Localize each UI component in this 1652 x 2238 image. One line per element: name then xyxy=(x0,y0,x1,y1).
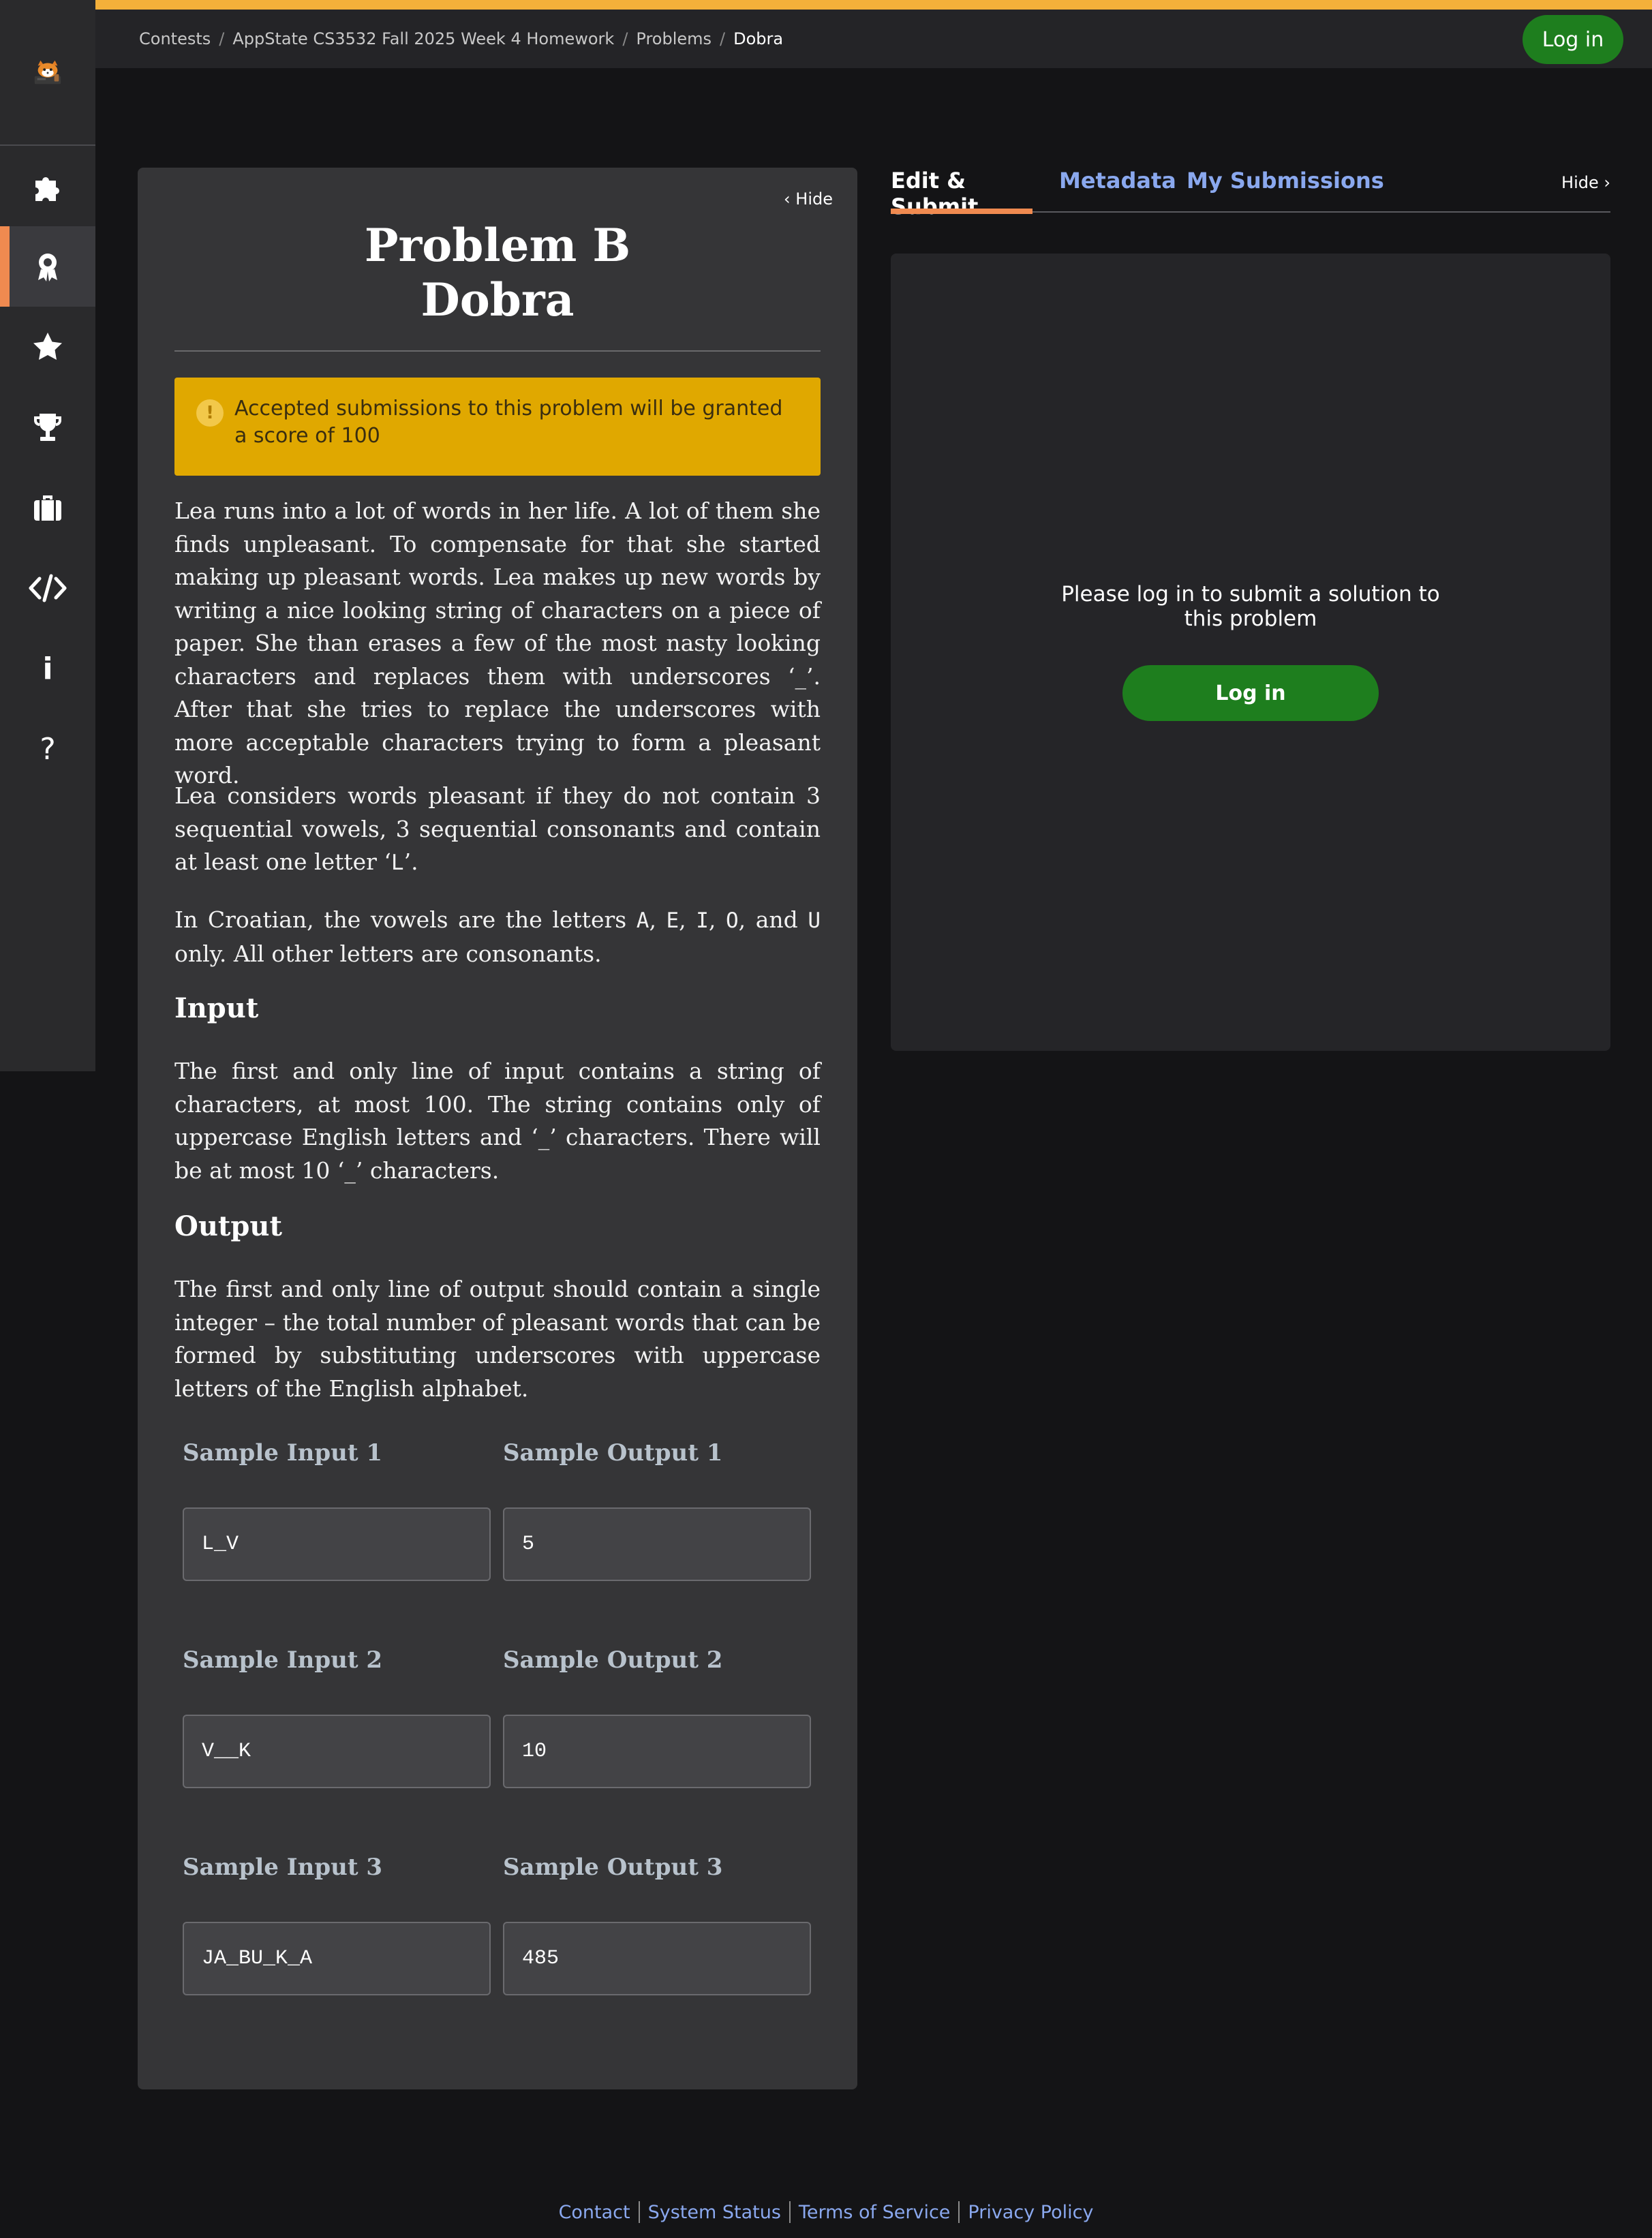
login-required-message: Please log in to submit a solution to th… xyxy=(891,582,1610,631)
top-accent-bar xyxy=(0,0,1652,10)
submission-tabs: Edit & Submit Metadata My Submissions Hi… xyxy=(891,168,1610,219)
footer-link-terms[interactable]: Terms of Service xyxy=(791,2202,959,2223)
breadcrumb: Contests / AppState CS3532 Fall 2025 Wee… xyxy=(139,10,783,68)
p3-text-a: In Croatian, the vowels are the letters xyxy=(174,906,637,933)
statement-paragraph-2: Lea considers words pleasant if they do … xyxy=(174,780,821,880)
sidebar-item-rankings[interactable] xyxy=(0,387,95,467)
breadcrumb-separator: / xyxy=(720,29,726,48)
tab-metadata[interactable]: Metadata xyxy=(1059,168,1176,213)
submit-panel: Please log in to submit a solution to th… xyxy=(891,254,1610,1051)
star-icon xyxy=(33,333,62,360)
chevron-right-icon: › xyxy=(1598,173,1610,192)
vowel-i: I xyxy=(696,908,709,933)
breadcrumb-problems[interactable]: Problems xyxy=(636,29,712,48)
trophy-icon xyxy=(34,414,61,441)
info-icon: i xyxy=(42,651,53,686)
login-message-line-1: Please log in to submit a solution to xyxy=(1061,582,1440,607)
sidebar-item-languages[interactable] xyxy=(0,548,95,628)
sample-output-label: Sample Output 1 xyxy=(503,1439,723,1467)
chevron-left-icon: ‹ xyxy=(784,189,796,209)
hide-label: Hide xyxy=(795,189,833,209)
problem-letter: Problem B xyxy=(364,219,631,272)
sample-input-box[interactable]: L_V xyxy=(183,1507,491,1581)
sample-input-label: Sample Input 1 xyxy=(183,1439,383,1467)
vowel-o: O xyxy=(725,908,739,933)
statement-paragraph-3: In Croatian, the vowels are the letters … xyxy=(174,906,821,967)
p2-text-b: ’. xyxy=(403,848,418,875)
input-description: The first and only line of input contain… xyxy=(174,1058,821,1184)
breadcrumb-contests[interactable]: Contests xyxy=(139,29,211,48)
tab-my-submissions[interactable]: My Submissions xyxy=(1187,168,1384,213)
sample-output-box[interactable]: 485 xyxy=(503,1922,811,1995)
sidebar-item-help[interactable]: ? xyxy=(0,709,95,789)
output-description: The first and only line of output should… xyxy=(174,1276,821,1402)
sidebar-item-jobs[interactable] xyxy=(0,467,95,548)
problem-statement-panel: ‹ Hide Problem B Dobra ! Accepted submis… xyxy=(138,168,857,2089)
sidebar: i ? xyxy=(0,0,95,1071)
cat-logo-icon xyxy=(34,60,61,85)
p2-letter-l: L xyxy=(391,850,404,875)
problem-name: Dobra xyxy=(420,273,575,326)
problem-title: Problem B Dobra xyxy=(138,218,857,327)
p3-text-b: only. All other letters are consonants. xyxy=(174,940,602,967)
score-notice-text: Accepted submissions to this problem wil… xyxy=(234,397,783,448)
footer: Contact System Status Terms of Service P… xyxy=(0,2198,1652,2226)
title-divider xyxy=(174,350,821,352)
puzzle-icon xyxy=(35,177,59,201)
footer-link-privacy[interactable]: Privacy Policy xyxy=(960,2202,1101,2223)
sample-input-box[interactable]: JA_BU_K_A xyxy=(183,1922,491,1995)
breadcrumb-separator: / xyxy=(622,29,628,48)
vowel-e: E xyxy=(666,908,679,933)
award-icon xyxy=(38,254,57,281)
input-heading: Input xyxy=(174,992,259,1024)
footer-link-system-status[interactable]: System Status xyxy=(640,2202,789,2223)
sample-output-label: Sample Output 3 xyxy=(503,1854,723,1881)
vowel-u: U xyxy=(808,908,821,933)
footer-link-contact[interactable]: Contact xyxy=(551,2202,639,2223)
sample-output-box[interactable]: 5 xyxy=(503,1507,811,1581)
header-login-button[interactable]: Log in xyxy=(1523,15,1623,64)
header-bar: Contests / AppState CS3532 Fall 2025 Wee… xyxy=(95,10,1652,68)
hide-statement-button[interactable]: ‹ Hide xyxy=(784,189,833,209)
sidebar-item-favorites[interactable] xyxy=(0,307,95,387)
score-notice: ! Accepted submissions to this problem w… xyxy=(174,378,821,476)
tab-edit-submit[interactable]: Edit & Submit xyxy=(891,168,1032,219)
p2-text-a: Lea considers words pleasant if they do … xyxy=(174,782,821,875)
vowel-a: A xyxy=(636,908,649,933)
breadcrumb-contest-name[interactable]: AppState CS3532 Fall 2025 Week 4 Homewor… xyxy=(232,29,614,48)
sample-input-label: Sample Input 3 xyxy=(183,1854,383,1881)
sample-input-box[interactable]: V__K xyxy=(183,1715,491,1788)
warning-icon: ! xyxy=(196,399,224,427)
hide-submit-panel-button[interactable]: Hide › xyxy=(1561,173,1610,192)
login-message-line-2: this problem xyxy=(1184,607,1317,631)
briefcase-icon xyxy=(34,495,61,521)
sidebar-item-contests[interactable] xyxy=(0,226,95,307)
statement-paragraph-1: Lea runs into a lot of words in her life… xyxy=(174,497,821,788)
help-icon: ? xyxy=(40,731,56,767)
sidebar-item-problems[interactable] xyxy=(0,146,95,226)
output-heading: Output xyxy=(174,1210,282,1242)
breadcrumb-separator: / xyxy=(219,29,225,48)
hide-label: Hide xyxy=(1561,173,1599,192)
code-icon xyxy=(29,574,67,602)
sample-output-label: Sample Output 2 xyxy=(503,1646,723,1674)
sidebar-item-info[interactable]: i xyxy=(0,628,95,709)
sample-input-label: Sample Input 2 xyxy=(183,1646,383,1674)
submit-login-button[interactable]: Log in xyxy=(1122,665,1379,721)
site-logo[interactable] xyxy=(0,0,95,146)
sample-output-box[interactable]: 10 xyxy=(503,1715,811,1788)
breadcrumb-current: Dobra xyxy=(733,29,784,48)
